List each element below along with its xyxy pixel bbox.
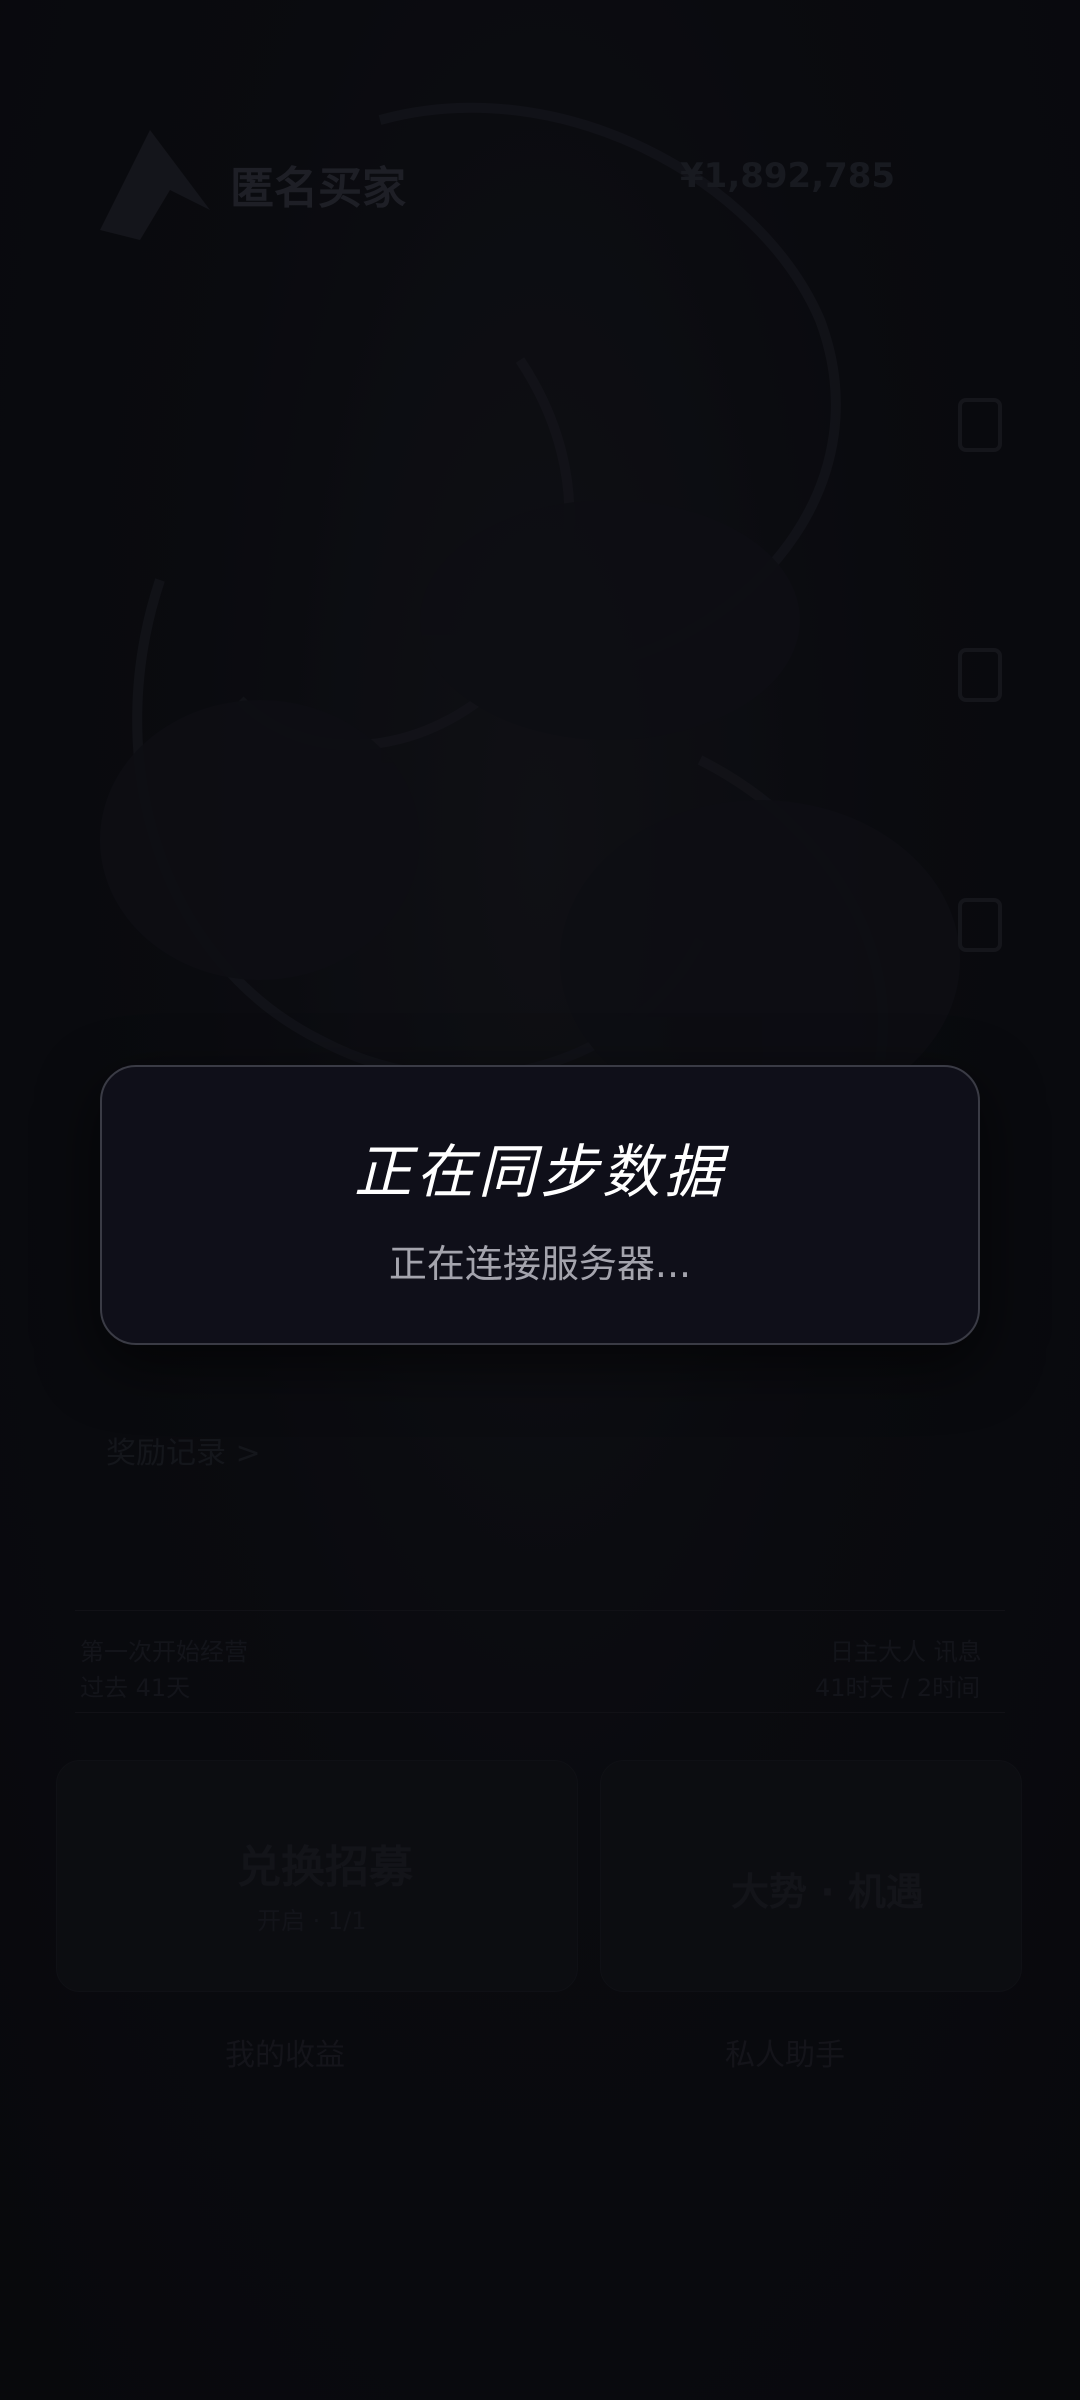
dialog-title: 正在同步数据 xyxy=(353,1138,726,1206)
screen: 匿名买家 ¥1,892,785 奖励记录 > 第一次开始经营 过去 41天 日主… xyxy=(0,0,1080,2400)
dialog-subtitle: 正在连接服务器... xyxy=(388,1242,692,1286)
sync-dialog: 正在同步数据 正在连接服务器... xyxy=(100,1065,980,1345)
